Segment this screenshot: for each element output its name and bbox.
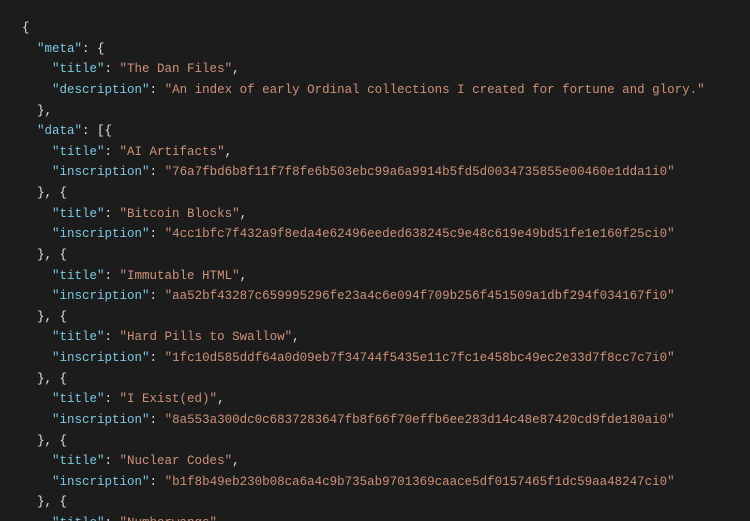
json-content: { "meta": { "title": "The Dan Files", "d… — [22, 18, 728, 521]
code-viewer: { "meta": { "title": "The Dan Files", "d… — [0, 0, 750, 521]
